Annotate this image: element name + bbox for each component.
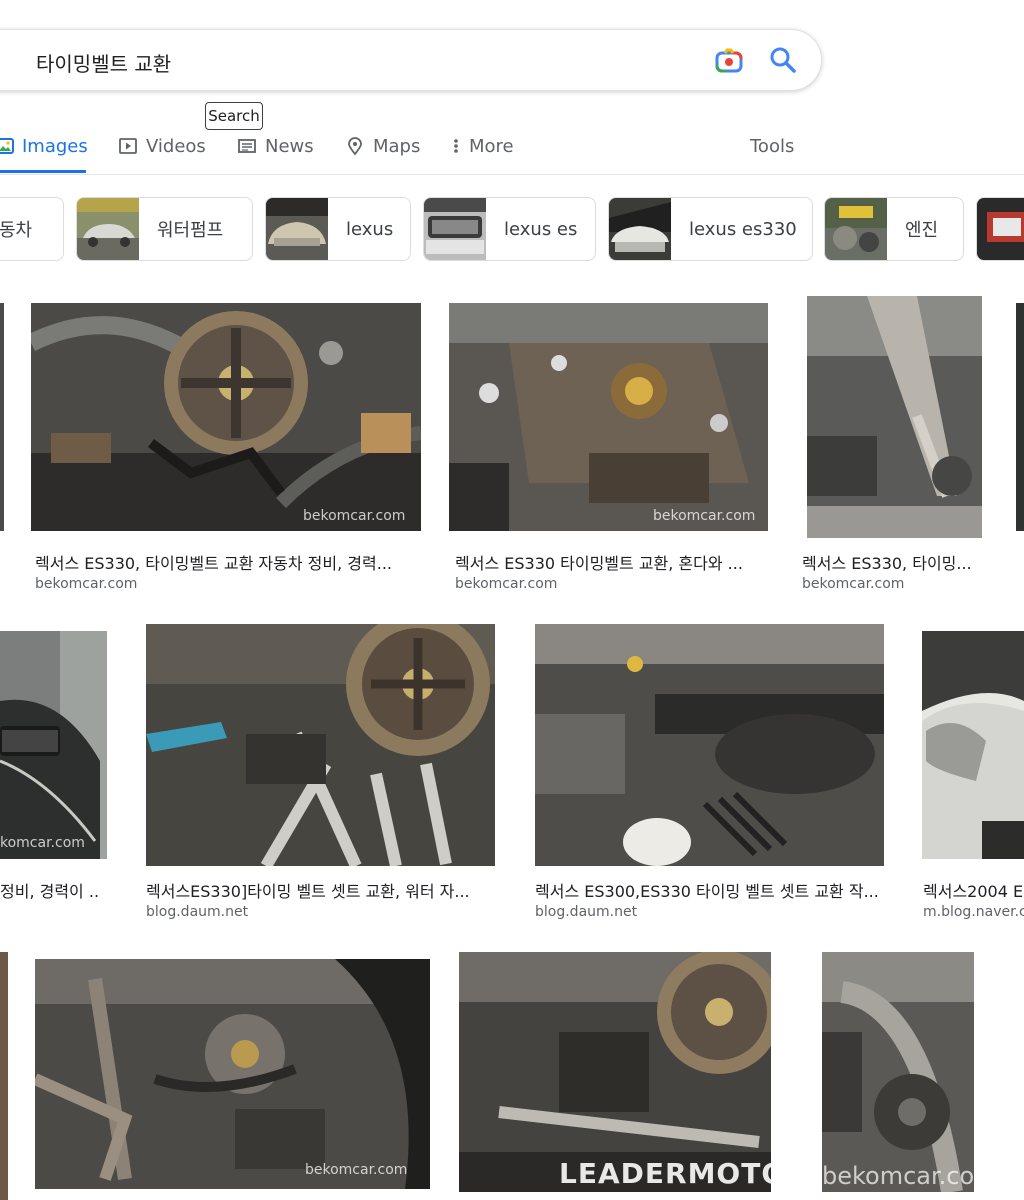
result-source[interactable]: bekomcar.com <box>35 576 137 592</box>
result-image-partial[interactable] <box>0 303 4 531</box>
tab-label: More <box>469 135 514 157</box>
tabs-divider <box>0 174 1024 175</box>
result-source[interactable]: blog.daum.net <box>535 904 637 920</box>
result-image-4[interactable]: komcar.com <box>0 631 107 859</box>
tab-videos[interactable]: Videos <box>118 132 206 160</box>
magnifier-icon[interactable] <box>768 45 798 75</box>
chip-label: lexus es <box>504 218 578 240</box>
map-pin-icon <box>348 137 362 156</box>
chip-label: lexus es330 <box>689 218 797 240</box>
chip-related-7[interactable] <box>976 197 1024 261</box>
result-source[interactable]: bekomcar.com <box>802 576 904 592</box>
more-vert-icon <box>454 139 458 153</box>
chip-thumbnail <box>977 198 1024 260</box>
result-source[interactable]: bekomcar.com <box>455 576 557 592</box>
play-icon <box>119 138 137 154</box>
image-icon <box>0 138 14 154</box>
tab-images[interactable]: Images <box>0 132 88 160</box>
search-tooltip: Search <box>205 102 263 130</box>
chip-thumbnail <box>77 198 139 260</box>
result-image-7[interactable] <box>922 631 1024 859</box>
result-image-2[interactable]: bekomcar.com <box>449 303 768 531</box>
tools-button[interactable]: Tools <box>750 132 794 160</box>
result-caption[interactable]: 렉서스 ES330 타이밍벨트 교환, 혼다와 ... <box>455 550 765 574</box>
image-watermark: bekomcar.com <box>653 508 756 524</box>
chip-thumbnail <box>825 198 887 260</box>
chip-thumbnail <box>609 198 671 260</box>
result-image-5[interactable] <box>146 624 495 866</box>
result-image-6[interactable] <box>535 624 884 866</box>
chip-related-4[interactable]: lexus es <box>423 197 596 261</box>
result-source[interactable]: blog.daum.net <box>146 904 248 920</box>
result-image-1[interactable]: bekomcar.com <box>31 303 421 531</box>
google-lens-icon[interactable] <box>714 46 744 76</box>
tab-label: Images <box>22 135 88 157</box>
chip-related-6[interactable]: 엔진 <box>824 197 964 261</box>
tab-news[interactable]: News <box>237 132 314 160</box>
result-caption[interactable]: 렉서스ES330]타이밍 벨트 셋트 교환, 워터 자... <box>146 878 491 902</box>
tab-more[interactable]: More <box>451 132 514 160</box>
result-caption[interactable]: 렉서스 ES330, 타이밍... <box>802 550 977 574</box>
search-input[interactable]: 타이밍벨트 교환 <box>36 48 171 77</box>
result-source[interactable]: m.blog.naver.c <box>923 904 1024 920</box>
result-caption[interactable]: 정비, 경력이 ... <box>0 878 100 902</box>
chip-thumbnail <box>266 198 328 260</box>
result-caption[interactable]: 렉서스 ES330, 타이밍벨트 교환 자동차 정비, 경력... <box>35 550 415 574</box>
chip-label: 워터펌프 <box>157 220 224 241</box>
chip-related-5[interactable]: lexus es330 <box>608 197 813 261</box>
newspaper-icon <box>238 139 256 153</box>
result-image-9[interactable]: LEADERMOTORS <box>459 952 771 1192</box>
tab-label: News <box>265 135 314 157</box>
result-image-partial[interactable] <box>0 952 8 1200</box>
image-watermark: bekomcar.com <box>303 508 406 524</box>
chip-label: lexus <box>346 218 394 240</box>
image-watermark: bekomcar.com <box>305 1162 408 1178</box>
chip-related-3[interactable]: lexus <box>265 197 411 261</box>
result-image-8[interactable]: bekomcar.com <box>35 959 430 1189</box>
chip-label: 엔진 <box>905 220 939 241</box>
chip-related-2[interactable]: 워터펌프 <box>76 197 253 261</box>
tab-maps[interactable]: Maps <box>345 132 420 160</box>
result-image-10[interactable]: bekomcar.com <box>822 952 974 1192</box>
chip-related-1[interactable]: 동차 <box>0 197 64 261</box>
result-image-partial[interactable] <box>1016 303 1024 531</box>
tab-label: Maps <box>373 135 421 157</box>
result-image-3[interactable] <box>807 296 982 538</box>
image-watermark: LEADERMOTORS <box>559 1157 771 1190</box>
active-tab-indicator <box>0 170 86 173</box>
image-watermark: komcar.com <box>0 835 85 851</box>
chip-thumbnail <box>424 198 486 260</box>
result-caption[interactable]: 렉서스 ES300,ES330 타이밍 벨트 셋트 교환 작... <box>535 878 885 902</box>
image-watermark: bekomcar.com <box>822 1162 974 1190</box>
tab-label: Videos <box>146 135 206 157</box>
chip-label: 동차 <box>0 220 33 241</box>
result-caption[interactable]: 렉서스2004 E <box>923 878 1024 902</box>
